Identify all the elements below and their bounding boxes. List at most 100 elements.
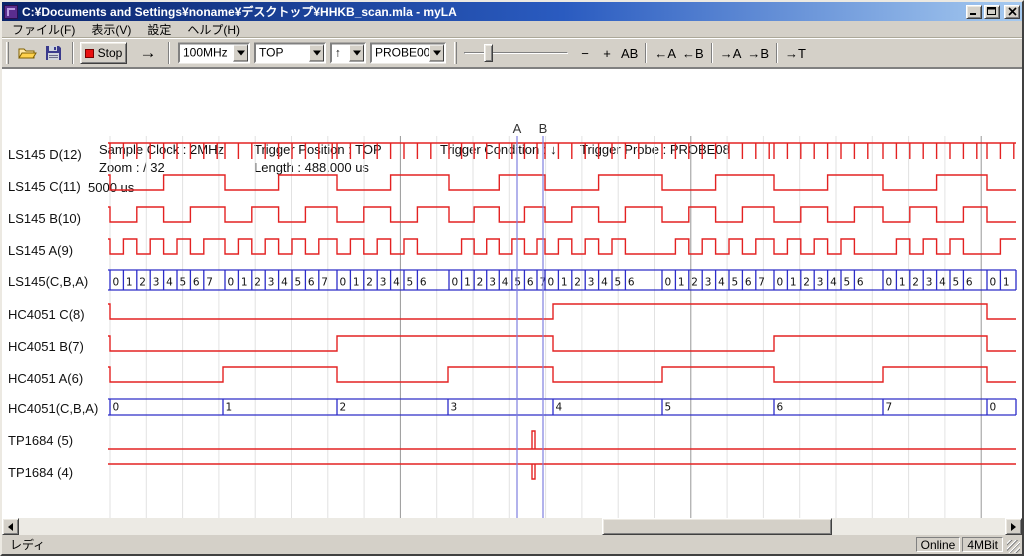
bus-value: 1 xyxy=(561,277,568,289)
chevron-down-icon[interactable] xyxy=(429,45,444,62)
stop-button[interactable]: Stop xyxy=(80,42,127,64)
bus-value: 6 xyxy=(308,277,315,289)
open-file-button[interactable] xyxy=(15,41,40,65)
bus-value: 6 xyxy=(745,277,752,289)
save-file-button[interactable] xyxy=(41,41,66,65)
bus-value: 5 xyxy=(665,402,672,414)
status-ready-text: レディ xyxy=(4,536,914,553)
pulse-tp1684-5- xyxy=(532,431,535,449)
wave-hc4051-c-8- xyxy=(108,304,1016,319)
status-bar: レディ Online 4MBit xyxy=(2,535,1022,554)
menu-help[interactable]: ヘルプ(H) xyxy=(179,20,248,39)
arrow-left-icon xyxy=(4,523,13,531)
run-button[interactable]: → xyxy=(134,42,162,64)
bus-value: 4 xyxy=(166,277,173,289)
goto-b-button[interactable]: →B xyxy=(744,42,772,64)
goto-a-button[interactable]: →A xyxy=(717,42,745,64)
bus-value: 3 xyxy=(817,277,824,289)
bus-value: 5 xyxy=(953,277,960,289)
horizontal-scrollbar[interactable] xyxy=(2,518,1022,535)
trigger-edge-value: ↑ xyxy=(332,45,349,62)
cursor-b-label: B xyxy=(539,121,548,136)
slider-groove xyxy=(464,52,568,54)
toolbar: Stop → 100MHz TOP ↑ PROBE00 −+AB ←A←B →A→B… xyxy=(2,38,1022,68)
zoom-slider[interactable] xyxy=(464,42,568,64)
title-bar[interactable]: C:¥Documents and Settings¥noname¥デスクトップ¥… xyxy=(2,2,1022,21)
bus-value: 5 xyxy=(844,277,851,289)
bus-value: 6 xyxy=(193,277,200,289)
stop-label: Stop xyxy=(98,46,123,60)
slider-thumb[interactable] xyxy=(484,44,493,62)
toolbar-gripper[interactable] xyxy=(454,42,457,64)
bus-value: 0 xyxy=(886,277,893,289)
bus-value: 6 xyxy=(857,277,864,289)
bus-value: 3 xyxy=(588,277,595,289)
bus-value: 1 xyxy=(1003,277,1010,289)
scrollbar-thumb[interactable] xyxy=(602,518,832,535)
goto-trigger-button[interactable]: →T xyxy=(782,42,809,64)
bus-value: 3 xyxy=(705,277,712,289)
toolbar-gripper[interactable] xyxy=(6,42,9,64)
bus-value: 1 xyxy=(226,402,233,414)
toolbar-flat-buttons: −+AB ←A←B →A→B →T xyxy=(574,41,809,65)
bus-value: 4 xyxy=(718,277,725,289)
bus-value: 5 xyxy=(615,277,622,289)
zoom-out-button[interactable]: − xyxy=(574,42,596,64)
bus-value: 1 xyxy=(899,277,906,289)
pulse-tp1684-4- xyxy=(532,464,535,479)
toolbar-separator xyxy=(168,42,170,64)
bus-value: 0 xyxy=(777,277,784,289)
wave-ls145-b-10- xyxy=(108,207,1016,222)
zoom-in-button[interactable]: + xyxy=(596,42,618,64)
bus-value: 6 xyxy=(966,277,973,289)
bus-value: 6 xyxy=(628,277,635,289)
bus-value: 2 xyxy=(912,277,919,289)
bus-value: 5 xyxy=(514,277,521,289)
waveform-view[interactable]: Sample Clock : 2MHz Trigger Position : T… xyxy=(2,68,1022,535)
app-icon xyxy=(4,5,18,19)
bus-value: 0 xyxy=(113,402,120,414)
chevron-down-icon[interactable] xyxy=(309,45,324,62)
bus-value: 3 xyxy=(380,277,387,289)
bus-value: 0 xyxy=(990,277,997,289)
window-title: C:¥Documents and Settings¥noname¥デスクトップ¥… xyxy=(22,3,964,20)
bus-value: 6 xyxy=(777,402,784,414)
zoom-ab-button[interactable]: AB xyxy=(618,42,641,64)
sample-clock-value: 100MHz xyxy=(180,45,233,62)
resize-grip-icon[interactable] xyxy=(1007,540,1020,553)
bus-value: 2 xyxy=(254,277,261,289)
bus-value: 4 xyxy=(281,277,288,289)
bus-value: 3 xyxy=(926,277,933,289)
close-icon xyxy=(1008,7,1017,16)
trigger-edge-combo[interactable]: ↑ xyxy=(330,43,366,64)
bus-value: 0 xyxy=(990,402,997,414)
bus-value: 2 xyxy=(691,277,698,289)
menu-settings[interactable]: 設定 xyxy=(139,20,179,39)
scroll-left-button[interactable] xyxy=(2,518,19,535)
minimize-button[interactable] xyxy=(966,5,982,19)
cursor-a-label: A xyxy=(513,121,522,136)
chevron-down-icon[interactable] xyxy=(349,45,364,62)
bus-value: 5 xyxy=(180,277,187,289)
waveform-plot[interactable]: 0123456701234567012345601234567012345601… xyxy=(2,69,1022,519)
bus-value: 1 xyxy=(241,277,248,289)
bus-value: 4 xyxy=(502,277,509,289)
scroll-right-button[interactable] xyxy=(1005,518,1022,535)
trigger-position-value: TOP xyxy=(256,45,309,62)
cursor-b-left-button[interactable]: ←B xyxy=(679,42,707,64)
trigger-probe-combo[interactable]: PROBE00 xyxy=(370,43,446,64)
menu-file[interactable]: ファイル(F) xyxy=(4,20,83,39)
maximize-button[interactable] xyxy=(984,5,1000,19)
cursor-a-left-button[interactable]: ←A xyxy=(651,42,679,64)
bus-value: 2 xyxy=(139,277,146,289)
arrow-right-icon xyxy=(1011,523,1020,531)
bus-value: 1 xyxy=(464,277,471,289)
chevron-down-icon[interactable] xyxy=(233,45,248,62)
close-button[interactable] xyxy=(1004,5,1020,19)
sample-clock-combo[interactable]: 100MHz xyxy=(178,43,250,64)
menu-view[interactable]: 表示(V) xyxy=(83,20,139,39)
trigger-probe-value: PROBE00 xyxy=(372,45,429,62)
bus-value: 2 xyxy=(340,402,347,414)
trigger-position-combo[interactable]: TOP xyxy=(254,43,326,64)
toolbar-separator xyxy=(711,43,713,63)
